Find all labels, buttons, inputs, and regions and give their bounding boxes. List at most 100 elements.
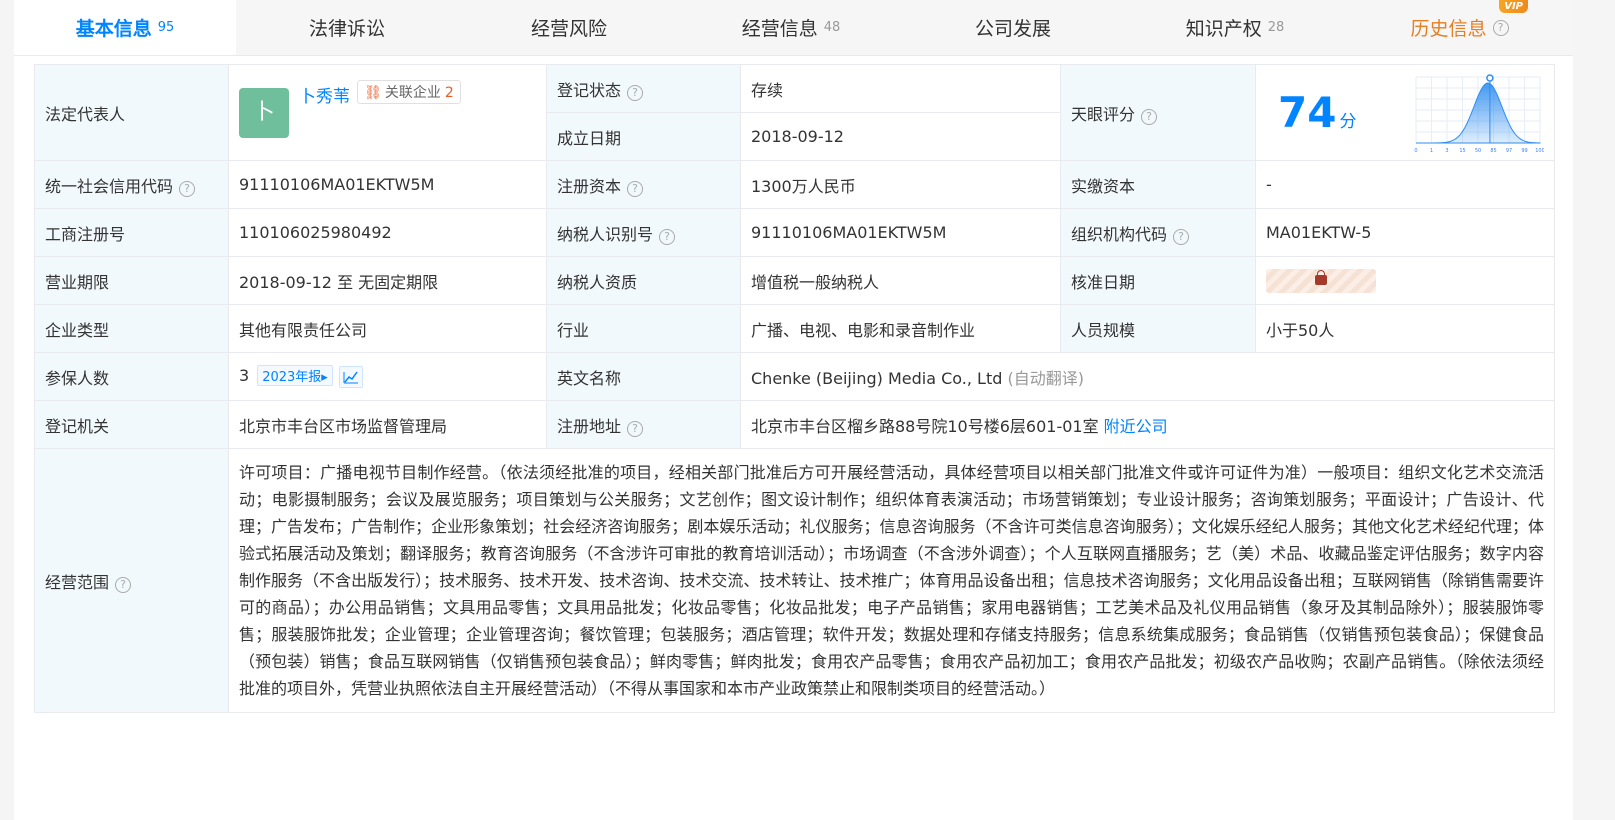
paid-capital-value: - <box>1255 160 1555 209</box>
taxpayer-id-label-cell: 纳税人识别号? <box>546 208 741 257</box>
annual-report-label: 2023年报 <box>262 370 322 386</box>
related-count: 2 <box>444 84 454 101</box>
help-icon[interactable]: ? <box>659 228 676 245</box>
table-row: 营业期限 2018-09-12 至 无固定期限 纳税人资质 增值税一般纳税人 核… <box>34 256 1555 305</box>
taxpayer-qual-label: 纳税人资质 <box>546 256 741 305</box>
staff-size-value: 小于50人 <box>1255 304 1555 353</box>
credit-code-label: 统一社会信用代码 <box>45 176 174 196</box>
reg-status-value: 存续 <box>740 64 1061 113</box>
insured-cell: 3 2023年报▸ <box>228 352 547 401</box>
english-name-value: Chenke (Beijing) Media Co., Ltd <box>751 368 1003 388</box>
help-icon[interactable]: ? <box>179 180 196 197</box>
table-row: 工商注册号 110106025980492 纳税人识别号? 91110106MA… <box>34 208 1555 257</box>
vip-badge: VIP <box>1499 0 1528 13</box>
tab-bar: 基本信息 95 法律诉讼 经营风险 经营信息 48 公司发展 知识产权 28 历… <box>14 0 1573 56</box>
company-type-value: 其他有限责任公司 <box>228 304 547 353</box>
help-icon[interactable]: ? <box>1492 19 1509 36</box>
approve-date-cell <box>1255 256 1555 305</box>
found-date-value: 2018-09-12 <box>740 112 1061 161</box>
biz-term-value: 2018-09-12 至 无固定期限 <box>228 256 547 305</box>
approve-date-label: 核准日期 <box>1060 256 1256 305</box>
tab-label: 知识产权 <box>1185 18 1262 40</box>
tab-basic-info[interactable]: 基本信息 95 <box>14 0 236 55</box>
biz-scope-label: 经营范围 <box>45 572 110 592</box>
help-icon[interactable]: ? <box>627 180 644 197</box>
chart-tick-label: 15 <box>1459 148 1465 154</box>
lock-icon <box>1315 269 1327 285</box>
tab-history[interactable]: 历史信息 ? VIP <box>1346 0 1573 55</box>
english-name-cell: Chenke (Beijing) Media Co., Ltd (自动翻译) <box>740 352 1555 401</box>
org-code-value: MA01EKTW-5 <box>1255 208 1555 257</box>
tab-label: 历史信息 <box>1410 18 1487 40</box>
biz-scope-value: 许可项目：广播电视节目制作经营。（依法须经批准的项目，经相关部门批准后方可开展经… <box>228 448 1555 713</box>
paid-capital-label: 实缴资本 <box>1060 160 1256 209</box>
help-icon[interactable]: ? <box>627 420 644 437</box>
locked-value-button[interactable] <box>1266 268 1376 293</box>
score-label: 天眼评分 <box>1071 104 1136 124</box>
credit-code-label-cell: 统一社会信用代码? <box>34 160 229 209</box>
company-type-label: 企业类型 <box>34 304 229 353</box>
insured-label: 参保人数 <box>34 352 229 401</box>
tab-ip[interactable]: 知识产权 28 <box>1124 0 1346 55</box>
tab-development[interactable]: 公司发展 <box>902 0 1124 55</box>
help-icon[interactable]: ? <box>1173 228 1190 245</box>
legal-rep-name[interactable]: 卜秀苇 <box>299 87 350 107</box>
taxpayer-qual-value: 增值税一般纳税人 <box>740 256 1061 305</box>
insured-value: 3 <box>239 366 250 386</box>
trend-chart-icon[interactable] <box>338 365 363 388</box>
table-row: 经营范围? 许可项目：广播电视节目制作经营。（依法须经批准的项目，经相关部门批准… <box>34 448 1555 713</box>
chart-tick-label: 3 <box>1445 148 1448 154</box>
tab-label: 基本信息 <box>75 18 152 40</box>
reg-capital-value: 1300万人民币 <box>740 160 1061 209</box>
chart-tick-label: 50 <box>1475 148 1481 154</box>
biz-term-label: 营业期限 <box>34 256 229 305</box>
chart-tick-label: 85 <box>1490 148 1496 154</box>
avatar[interactable]: 卜 <box>239 87 289 138</box>
tab-count: 28 <box>1267 20 1285 35</box>
org-code-label-cell: 组织机构代码? <box>1060 208 1256 257</box>
tab-operation[interactable]: 经营信息 48 <box>680 0 902 55</box>
table-row: 企业类型 其他有限责任公司 行业 广播、电视、电影和录音制作业 人员规模 小于5… <box>34 304 1555 353</box>
legal-rep-label: 法定代表人 <box>34 64 229 161</box>
taxpayer-id-value: 91110106MA01EKTW5M <box>740 208 1061 257</box>
chart-tick-label: 97 <box>1506 148 1512 154</box>
taxpayer-id-label: 纳税人识别号 <box>557 224 654 244</box>
help-icon[interactable]: ? <box>115 576 132 593</box>
tab-count: 48 <box>823 20 841 35</box>
industry-value: 广播、电视、电影和录音制作业 <box>740 304 1061 353</box>
table-row: 登记机关 北京市丰台区市场监督管理局 注册地址? 北京市丰台区榴乡路88号院10… <box>34 400 1555 449</box>
reg-address-label: 注册地址 <box>557 416 622 436</box>
table-row: 参保人数 3 2023年报▸ 英文名称 Chenke (Beijing) Medi… <box>34 352 1555 401</box>
help-icon[interactable]: ? <box>627 84 644 101</box>
tab-label: 法律诉讼 <box>308 18 385 40</box>
related-company-button[interactable]: ⛓ 关联企业 2 <box>357 79 461 104</box>
company-info-panel: 基本信息 95 法律诉讼 经营风险 经营信息 48 公司发展 知识产权 28 历… <box>14 0 1573 820</box>
reg-address-cell: 北京市丰台区榴乡路88号院10号楼6层601-01室 附近公司 <box>740 400 1555 449</box>
score-cell: 74 分 0 1 3 15 50 85 97 99 100 <box>1255 64 1555 161</box>
tab-label: 经营风险 <box>530 18 607 40</box>
credit-code-value: 91110106MA01EKTW5M <box>228 160 547 209</box>
score-distribution-chart[interactable]: 0 1 3 15 50 85 97 99 100 <box>1412 71 1544 155</box>
caret-right-icon: ▸ <box>321 370 328 386</box>
tab-risk[interactable]: 经营风险 <box>458 0 680 55</box>
table-row: 统一社会信用代码? 91110106MA01EKTW5M 注册资本? 1300万… <box>34 160 1555 209</box>
reg-capital-label-cell: 注册资本? <box>546 160 741 209</box>
help-icon[interactable]: ? <box>1141 108 1158 125</box>
annual-report-link[interactable]: 2023年报▸ <box>257 365 333 387</box>
reg-capital-label: 注册资本 <box>557 176 622 196</box>
related-label: 关联企业 <box>384 84 441 101</box>
network-icon: ⛓ <box>364 84 382 101</box>
english-name-label: 英文名称 <box>546 352 741 401</box>
tab-legal[interactable]: 法律诉讼 <box>236 0 458 55</box>
info-table: 法定代表人 卜卜秀苇 ⛓ 关联企业 2 登记状态? 存续 天眼评分? 74 分 013… <box>34 64 1555 713</box>
tab-count: 95 <box>157 20 175 35</box>
nearby-companies-link[interactable]: 附近公司 <box>1104 417 1168 436</box>
score-unit: 分 <box>1339 112 1357 132</box>
score-value: 74 <box>1278 88 1337 137</box>
reg-authority-label: 登记机关 <box>34 400 229 449</box>
tab-label: 经营信息 <box>741 18 818 40</box>
tab-label: 公司发展 <box>974 18 1051 40</box>
staff-size-label: 人员规模 <box>1060 304 1256 353</box>
auto-translate-note: (自动翻译) <box>1007 368 1084 388</box>
reg-address-value: 北京市丰台区榴乡路88号院10号楼6层601-01室 <box>751 416 1099 436</box>
